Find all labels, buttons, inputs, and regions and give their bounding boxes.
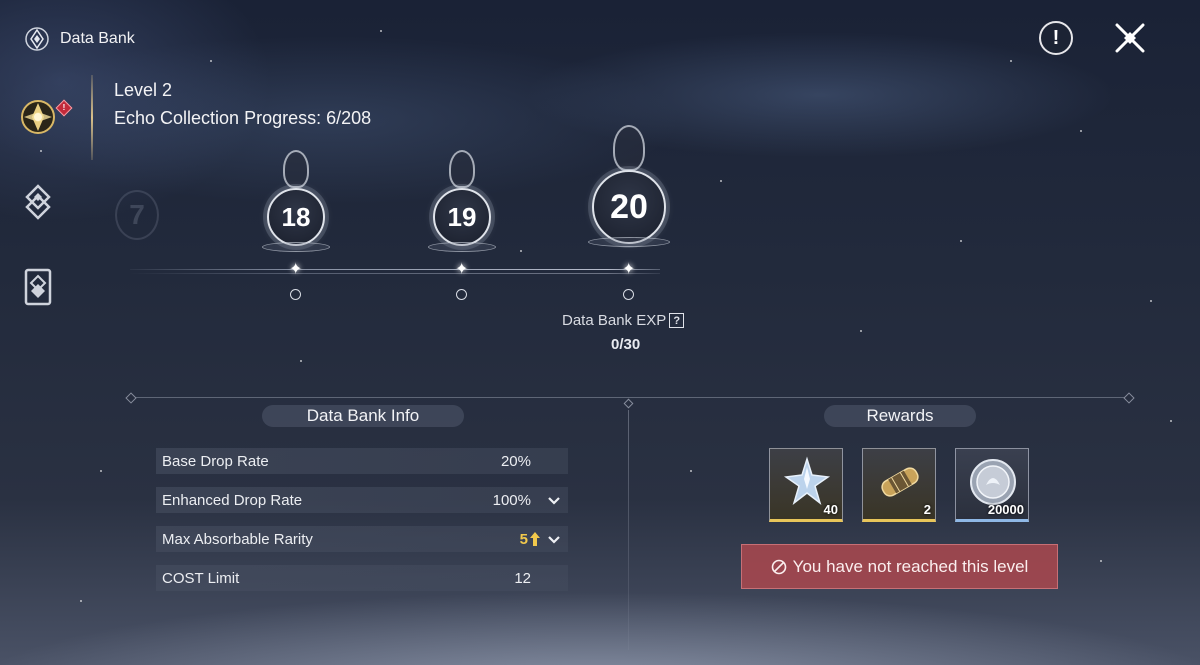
crystal-star-icon <box>783 456 831 506</box>
sidebar-active-indicator <box>91 75 93 160</box>
collection-progress: Echo Collection Progress: 6/208 <box>114 108 372 128</box>
section-divider <box>130 397 1130 398</box>
data-bank-icon <box>25 27 49 51</box>
row-label: Base Drop Rate <box>162 452 269 470</box>
level-node-18[interactable]: 18 ✦ <box>262 150 330 305</box>
prohibited-icon <box>771 559 786 574</box>
pedestal <box>428 242 496 252</box>
sidebar-item-card[interactable] <box>18 267 58 307</box>
row-value: 100% <box>492 491 531 509</box>
status-text: You have not reached this level <box>792 556 1029 576</box>
stacked-diamond-icon <box>25 184 51 220</box>
level-marker-dot <box>623 289 634 300</box>
close-icon <box>1115 23 1145 53</box>
reward-count: 2 <box>923 502 931 517</box>
level-node-19[interactable]: 19 ✦ <box>428 150 496 305</box>
row-label: Enhanced Drop Rate <box>162 491 303 509</box>
sidebar-item-data-bank[interactable] <box>18 97 58 137</box>
level-marker-dot <box>456 289 467 300</box>
row-label: Max Absorbable Rarity <box>162 530 313 548</box>
info-button[interactable]: ! <box>1038 20 1074 56</box>
chevron-down-icon[interactable] <box>546 531 562 547</box>
reward-count: 20000 <box>987 502 1024 517</box>
echo-figure-icon <box>283 150 309 188</box>
echo-figure-icon <box>613 125 645 171</box>
exp-label-text: Data Bank EXP <box>562 312 667 329</box>
row-value: 5 <box>519 530 528 548</box>
level-node-20[interactable]: 20 ✦ <box>588 125 670 305</box>
sidebar-item-echo-catalog[interactable] <box>18 182 58 222</box>
level-number: 18 <box>267 188 325 246</box>
capsule-icon <box>881 467 919 497</box>
row-value: 12 <box>514 569 531 587</box>
info-row-base-drop-rate: Base Drop Rate 20% <box>156 448 568 474</box>
level-marker-dot <box>290 289 301 300</box>
help-icon[interactable]: ? <box>669 313 685 328</box>
up-arrow-icon <box>530 532 540 546</box>
header: Data Bank <box>24 26 135 52</box>
previous-level-node: 7 <box>115 190 159 240</box>
data-bank-emblem-icon <box>21 100 55 134</box>
column-divider <box>628 410 629 650</box>
level-label: Level 2 <box>114 80 173 100</box>
info-row-max-absorbable-rarity[interactable]: Max Absorbable Rarity 5 <box>156 526 568 552</box>
reward-item[interactable]: 2 <box>862 448 936 522</box>
sparkle-icon: ✦ <box>289 261 303 278</box>
previous-level-number: 7 <box>129 199 145 230</box>
level-track-line-shadow <box>130 273 660 274</box>
page-title: Data Bank <box>60 30 135 47</box>
row-value: 20% <box>500 452 531 470</box>
info-row-cost-limit: COST Limit 12 <box>156 565 568 591</box>
level-number: 20 <box>592 170 666 244</box>
exclamation-icon: ! <box>1039 21 1073 55</box>
coin-icon <box>970 459 1016 505</box>
sparkle-icon: ✦ <box>622 261 636 278</box>
level-number: 19 <box>433 188 491 246</box>
exp-value: 0/30 <box>611 336 641 353</box>
close-button[interactable] <box>1112 20 1148 56</box>
info-row-enhanced-drop-rate[interactable]: Enhanced Drop Rate 100% <box>156 487 568 513</box>
sparkle-icon: ✦ <box>455 261 469 278</box>
row-label: COST Limit <box>162 569 240 587</box>
pedestal <box>588 237 670 247</box>
alert-badge: ! <box>55 99 73 117</box>
badge-exclamation-icon: ! <box>62 103 66 112</box>
rewards-heading: Rewards <box>824 405 976 427</box>
echo-figure-icon <box>449 150 475 188</box>
reward-count: 40 <box>823 502 838 517</box>
level-locked-status: You have not reached this level <box>741 544 1058 589</box>
level-track-line <box>130 269 660 270</box>
divider-diamond <box>623 398 634 409</box>
reward-item[interactable]: 40 <box>769 448 843 522</box>
reward-item[interactable]: 20000 <box>955 448 1029 522</box>
chevron-down-icon[interactable] <box>546 492 562 508</box>
card-icon <box>24 268 52 306</box>
data-bank-info-heading: Data Bank Info <box>262 405 464 427</box>
pedestal <box>262 242 330 252</box>
exp-label: Data Bank EXP ? <box>562 312 685 329</box>
